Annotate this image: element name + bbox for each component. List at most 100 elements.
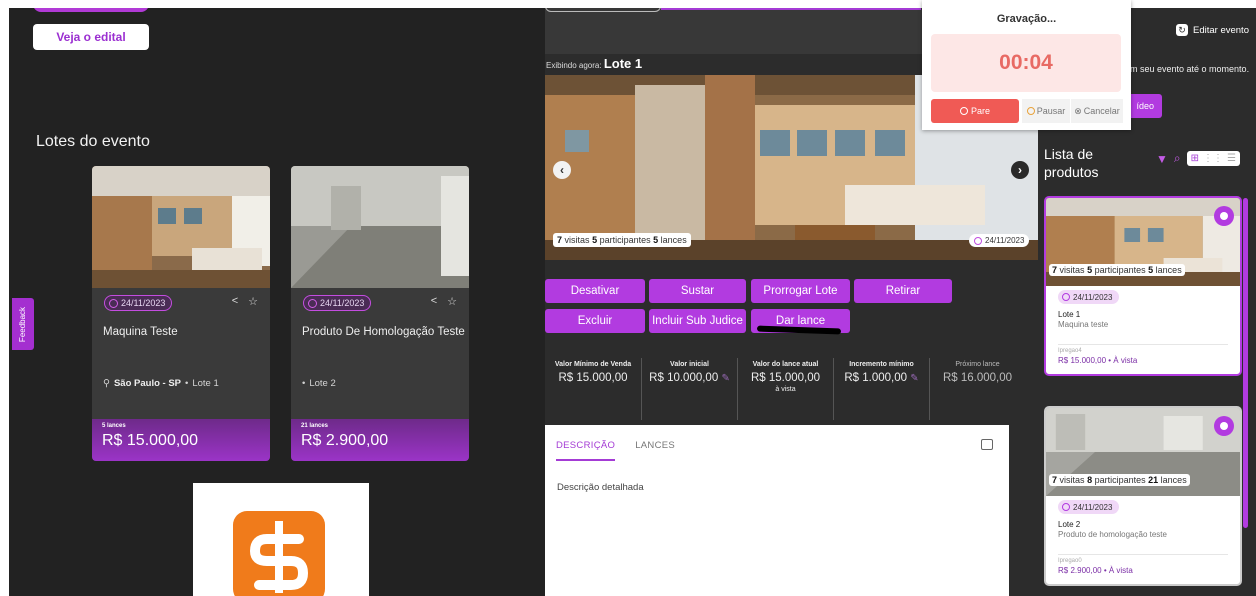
value-amount: R$ 16.000,00	[942, 372, 1013, 384]
value-label: Valor do lance atual	[752, 361, 819, 368]
editar-evento-button[interactable]: ↻ Editar evento	[1176, 24, 1249, 36]
excluir-button[interactable]: Excluir	[545, 309, 645, 333]
valor-lance-atual: Valor do lance atual R$ 15.000,00 à vista	[737, 358, 833, 420]
retirar-button[interactable]: Retirar	[854, 279, 952, 303]
expand-icon[interactable]	[981, 439, 993, 450]
lot-price: R$ 15.000,00	[102, 432, 199, 449]
card-view-icon[interactable]: ⊞	[1191, 153, 1199, 164]
gallery-prev-button[interactable]: ‹	[553, 161, 571, 179]
lot-bids: 5 lances	[102, 423, 126, 429]
stop-button[interactable]: Pare	[931, 99, 1019, 123]
share-icon[interactable]: <	[431, 295, 437, 308]
divider	[1058, 554, 1228, 555]
lot-image	[291, 166, 469, 288]
lot-location: ⚲ São Paulo - SP • Lote 1	[103, 378, 219, 389]
edit-event-label: Editar evento	[1193, 24, 1249, 36]
product-date: 24/11/2023	[1073, 292, 1113, 302]
clock-icon	[1062, 503, 1070, 511]
product-price: R$ 15.000,00 • À vista	[1058, 356, 1138, 365]
tab-edge[interactable]	[545, 8, 661, 12]
valor-inicial: Valor inicial R$ 10.000,00 ✎	[641, 358, 737, 420]
eye-icon[interactable]	[1214, 416, 1234, 436]
product-price: R$ 2.900,00 • À vista	[1058, 566, 1133, 575]
visits-badge: 7 visitas 5 participantes 5 lances	[553, 233, 691, 247]
prorrogar-lote-button[interactable]: Prorrogar Lote	[751, 279, 850, 303]
search-icon[interactable]: ⌕	[1174, 151, 1181, 166]
grid-view-icon[interactable]: ⋮⋮	[1203, 153, 1223, 164]
lotes-section-title: Lotes do evento	[36, 133, 150, 150]
feedback-tab[interactable]: Feedback	[12, 298, 34, 350]
bids-count: 5	[653, 235, 659, 245]
clock-icon	[308, 298, 317, 308]
incremento-minimo: Incremento mínimo R$ 1.000,00 ✎	[833, 358, 929, 420]
product-name: Produto de homologação teste	[1058, 530, 1167, 539]
tab-lances[interactable]: LANCES	[635, 440, 675, 461]
list-scrollbar[interactable]	[1243, 198, 1248, 528]
visits-label: visitas	[1059, 475, 1085, 485]
recording-timer: 00:04	[931, 34, 1121, 92]
now-showing: Exibindo agora: Lote 1	[546, 56, 642, 71]
tab-descricao[interactable]: DESCRIÇÃO	[556, 440, 616, 461]
participants-label: participantes	[599, 235, 651, 245]
bids-label: lances	[660, 235, 687, 245]
accent-line	[661, 8, 921, 10]
proximo-lance: Próximo lance R$ 16.000,00	[929, 358, 1025, 420]
values-row: Valor Mínimo de Venda R$ 15.000,00 Valor …	[545, 358, 1038, 420]
value-amount: R$ 1.000,00	[844, 372, 908, 384]
star-icon[interactable]: ☆	[248, 295, 258, 308]
list-view-icon[interactable]: ☰	[1227, 153, 1236, 164]
veja-edital-button[interactable]: Veja o edital	[33, 24, 149, 50]
product-type: Ipregao4	[1058, 348, 1082, 354]
refresh-icon: ↻	[1176, 24, 1188, 36]
filter-icon[interactable]: ▼	[1156, 152, 1168, 166]
valor-minimo: Valor Mínimo de Venda R$ 15.000,00	[545, 358, 641, 420]
lot-image	[92, 166, 270, 288]
clock-icon	[109, 298, 118, 308]
lot-date: 24/11/2023	[121, 298, 166, 308]
top-button-edge[interactable]	[33, 8, 149, 12]
participants-label: participantes	[1094, 265, 1146, 275]
incluir-sub-judice-button[interactable]: Incluir Sub Judice	[649, 309, 746, 333]
product-card[interactable]: 7 visitas 5 participantes 5 lances 24/11…	[1044, 196, 1242, 376]
product-date-badge: 24/11/2023	[1058, 500, 1120, 514]
value-label: Valor inicial	[670, 361, 709, 368]
product-visits: 7 visitas 5 participantes 5 lances	[1049, 264, 1185, 276]
cancel-label: Cancelar	[1083, 106, 1120, 116]
value-label: Próximo lance	[955, 361, 1000, 368]
cancel-button[interactable]: ⊗ Cancelar	[1071, 99, 1123, 123]
edit-pencil-icon[interactable]: ✎	[721, 373, 729, 384]
pause-button[interactable]: Pausar	[1022, 99, 1070, 123]
lot-city: São Paulo - SP	[113, 378, 182, 389]
gallery-next-button[interactable]: ›	[1011, 161, 1029, 179]
star-icon[interactable]: ☆	[447, 295, 457, 308]
share-icon[interactable]: <	[232, 295, 238, 308]
now-showing-value: Lote 1	[603, 56, 643, 71]
lot-location: • Lote 2	[302, 378, 336, 389]
lot-price: R$ 2.900,00	[301, 432, 389, 449]
stop-icon	[959, 107, 968, 115]
lot-card[interactable]: 24/11/2023 < ☆ Produto De Homologação Tes…	[291, 166, 469, 461]
product-date-badge: 24/11/2023	[1058, 290, 1120, 304]
product-visits: 7 visitas 8 participantes 21 lances	[1049, 474, 1190, 486]
gallery-date-badge: 24/11/2023	[969, 234, 1030, 247]
desativar-button[interactable]: Desativar	[545, 279, 645, 303]
product-card[interactable]: 7 visitas 8 participantes 21 lances 24/1…	[1044, 406, 1242, 586]
lot-card[interactable]: 24/11/2023 < ☆ Maquina Teste ⚲ São Paulo -…	[92, 166, 270, 461]
bullet-icon: •	[185, 378, 189, 389]
product-type: Ipregao0	[1058, 558, 1082, 564]
bids-label: lances	[1160, 475, 1187, 485]
dollar-logo-icon	[233, 511, 325, 596]
value-label: Valor Mínimo de Venda	[554, 361, 632, 368]
eye-icon[interactable]	[1214, 206, 1234, 226]
lot-name: Produto De Homologação Teste	[302, 326, 465, 338]
sustar-button[interactable]: Sustar	[649, 279, 746, 303]
value-amount: R$ 15.000,00	[750, 372, 821, 384]
lot-date-badge: 24/11/2023	[303, 295, 372, 311]
participants-count: 8	[1087, 475, 1093, 485]
edit-pencil-icon[interactable]: ✎	[910, 373, 918, 384]
value-amount: R$ 10.000,00	[649, 372, 719, 384]
video-button-label: ídeo	[1136, 101, 1154, 111]
divider	[1058, 344, 1228, 345]
description-text: Descrição detalhada	[557, 482, 644, 493]
bids-count: 5	[1148, 265, 1154, 275]
